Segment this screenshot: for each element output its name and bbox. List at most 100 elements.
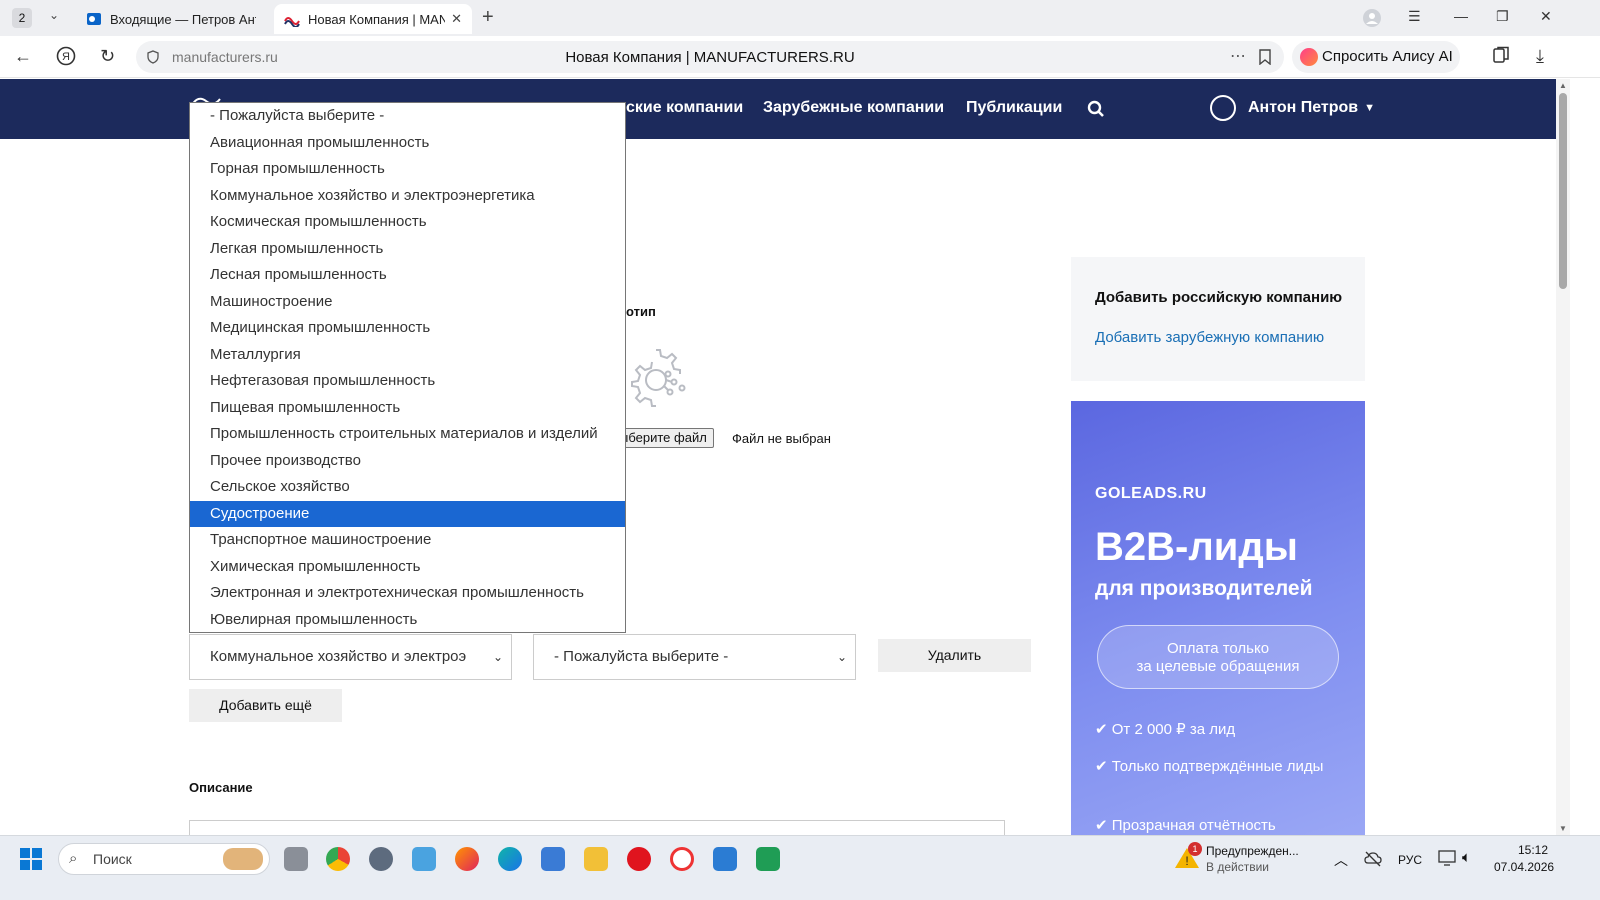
- downloads-icon[interactable]: ⤓: [1536, 46, 1544, 67]
- alisa-icon: [1300, 48, 1318, 66]
- collections-icon[interactable]: [1492, 46, 1510, 69]
- dropdown-option[interactable]: Машиностроение: [190, 289, 625, 316]
- tab-new-company[interactable]: Новая Компания | MAN ✕: [274, 4, 472, 34]
- menu-icon[interactable]: ☰: [1408, 8, 1421, 25]
- tab-list-chevron-icon[interactable]: ⌄: [44, 8, 64, 28]
- nav-foreign-companies[interactable]: Зарубежные компании: [763, 99, 944, 117]
- language-indicator[interactable]: РУС: [1398, 853, 1422, 867]
- tab-counter[interactable]: 2: [12, 8, 32, 28]
- clock-time[interactable]: 15:12: [1518, 843, 1548, 857]
- close-window-icon[interactable]: ✕: [1540, 8, 1552, 25]
- task-view-icon[interactable]: [284, 847, 308, 871]
- add-foreign-company-link[interactable]: Добавить зарубежную компанию: [1095, 329, 1324, 346]
- firefox-icon[interactable]: [455, 847, 479, 871]
- ask-alisa-button[interactable]: Спросить Алису AI: [1292, 41, 1460, 73]
- dropdown-option[interactable]: Химическая промышленность: [190, 554, 625, 581]
- add-russian-company-link[interactable]: Добавить российскую компанию: [1095, 289, 1342, 306]
- industry-select[interactable]: Коммунальное хозяйство и электроэ ⌄: [189, 634, 512, 680]
- dropdown-option[interactable]: Легкая промышленность: [190, 236, 625, 263]
- maps-app-icon[interactable]: [412, 847, 436, 871]
- ad-bullet: ✔ Только подтверждённые лиды: [1095, 758, 1324, 775]
- subindustry-select-value: - Пожалуйста выберите -: [554, 648, 729, 665]
- notepad-icon[interactable]: [713, 847, 737, 871]
- yandex-icon[interactable]: Я: [56, 46, 76, 71]
- dropdown-option[interactable]: Ювелирная промышленность: [190, 607, 625, 633]
- edge-icon[interactable]: [498, 847, 522, 871]
- svg-text:Я: Я: [62, 51, 70, 63]
- dropdown-option-selected[interactable]: Судостроение: [190, 500, 625, 527]
- bookmark-icon[interactable]: [1258, 49, 1272, 65]
- spreadsheet-icon[interactable]: [756, 847, 780, 871]
- settings-icon[interactable]: [369, 847, 393, 871]
- user-menu[interactable]: Антон Петров ▼: [1210, 95, 1375, 121]
- user-avatar-icon: [1210, 95, 1236, 121]
- dropdown-option[interactable]: Транспортное машиностроение: [190, 527, 625, 554]
- back-icon[interactable]: ←: [14, 46, 32, 67]
- close-tab-icon[interactable]: ✕: [451, 11, 462, 27]
- dropdown-option[interactable]: Электронная и электротехническая промышл…: [190, 580, 625, 607]
- chevron-down-icon: ⌄: [492, 650, 503, 664]
- search-highlight-icon: [223, 848, 263, 870]
- dropdown-option[interactable]: Медицинская промышленность: [190, 315, 625, 342]
- chevron-down-icon: ▼: [1364, 102, 1376, 114]
- page-scrollbar[interactable]: ▲ ▼: [1556, 79, 1570, 835]
- add-more-button[interactable]: Добавить ещё: [189, 689, 342, 722]
- cloud-offline-icon[interactable]: [1364, 850, 1382, 868]
- scroll-thumb[interactable]: [1559, 93, 1567, 289]
- dropdown-option[interactable]: Пищевая промышленность: [190, 395, 625, 422]
- network-icon[interactable]: [1438, 850, 1456, 866]
- search-icon[interactable]: [1087, 100, 1105, 118]
- chrome-icon[interactable]: [326, 847, 350, 871]
- minimize-icon[interactable]: —: [1454, 8, 1468, 24]
- browser-address-bar: ← Я ↻ manufacturers.ru Новая Компания | …: [0, 36, 1600, 78]
- default-logo-gear-icon: [631, 349, 686, 407]
- manufacturers-favicon-icon: [284, 17, 300, 27]
- dropdown-option[interactable]: Нефтегазовая промышленность: [190, 368, 625, 395]
- address-field[interactable]: manufacturers.ru Новая Компания | MANUFA…: [136, 41, 1284, 73]
- ad-headline: B2B-лиды: [1095, 525, 1298, 569]
- browser-tab-bar: 2 ⌄ Входящие — Петров Анто Новая Компани…: [0, 0, 1600, 36]
- user-name: Антон Петров: [1248, 99, 1359, 116]
- subindustry-select[interactable]: - Пожалуйста выберите - ⌄: [533, 634, 856, 680]
- ad-bullet: ✔ Прозрачная отчётность: [1095, 817, 1276, 834]
- choose-file-button[interactable]: ыберите файл: [618, 428, 714, 448]
- new-tab-icon[interactable]: +: [482, 6, 494, 29]
- restore-icon[interactable]: ❐: [1496, 8, 1509, 25]
- dropdown-option[interactable]: Промышленность строительных материалов и…: [190, 421, 625, 448]
- nav-russian-companies[interactable]: ские компании: [626, 99, 743, 117]
- scroll-up-icon[interactable]: ▲: [1559, 81, 1567, 90]
- dropdown-option[interactable]: Космическая промышленность: [190, 209, 625, 236]
- ad-cta-button[interactable]: Оплата только за целевые обращения: [1097, 625, 1339, 689]
- yandex-browser-icon[interactable]: [670, 847, 694, 871]
- nav-publications[interactable]: Публикации: [966, 99, 1062, 117]
- file-status: Файл не выбран: [732, 431, 831, 446]
- taskbar-search-placeholder: Поиск: [93, 851, 132, 867]
- industry-dropdown-list[interactable]: - Пожалуйста выберите - Авиационная пром…: [189, 102, 626, 633]
- goleads-ad-banner[interactable]: GOLEADS.RU B2B-лиды для производителей О…: [1071, 401, 1365, 836]
- dropdown-option[interactable]: Коммунальное хозяйство и электроэнергети…: [190, 183, 625, 210]
- dropdown-option[interactable]: Авиационная промышленность: [190, 130, 625, 157]
- more-icon[interactable]: ⋯: [1230, 46, 1246, 66]
- dropdown-option[interactable]: Сельское хозяйство: [190, 474, 625, 501]
- clock-date[interactable]: 07.04.2026: [1494, 860, 1554, 874]
- delete-button[interactable]: Удалить: [878, 639, 1031, 672]
- dropdown-option[interactable]: Прочее производство: [190, 448, 625, 475]
- ad-cta-line1: Оплата только: [1166, 640, 1270, 657]
- dropdown-option[interactable]: Металлургия: [190, 342, 625, 369]
- dropdown-option[interactable]: Лесная промышленность: [190, 262, 625, 289]
- notification-title[interactable]: Предупрежден...: [1206, 844, 1299, 858]
- reload-icon[interactable]: ↻: [100, 46, 115, 67]
- profile-icon[interactable]: [1362, 8, 1382, 31]
- windows-start-icon[interactable]: [20, 848, 42, 870]
- file-explorer-icon[interactable]: [584, 847, 608, 871]
- tray-chevron-up-icon[interactable]: ︿: [1334, 850, 1348, 870]
- opera-icon[interactable]: [627, 847, 651, 871]
- scroll-down-icon[interactable]: ▼: [1559, 824, 1567, 833]
- chevron-down-icon: ⌄: [836, 650, 847, 664]
- dropdown-option[interactable]: Горная промышленность: [190, 156, 625, 183]
- taskbar-search[interactable]: ⌕ Поиск: [58, 843, 270, 875]
- volume-icon[interactable]: 🔈︎: [1462, 849, 1471, 866]
- dropdown-option[interactable]: - Пожалуйста выберите -: [190, 103, 625, 130]
- tab-inbox[interactable]: Входящие — Петров Анто: [76, 4, 266, 34]
- store-icon[interactable]: [541, 847, 565, 871]
